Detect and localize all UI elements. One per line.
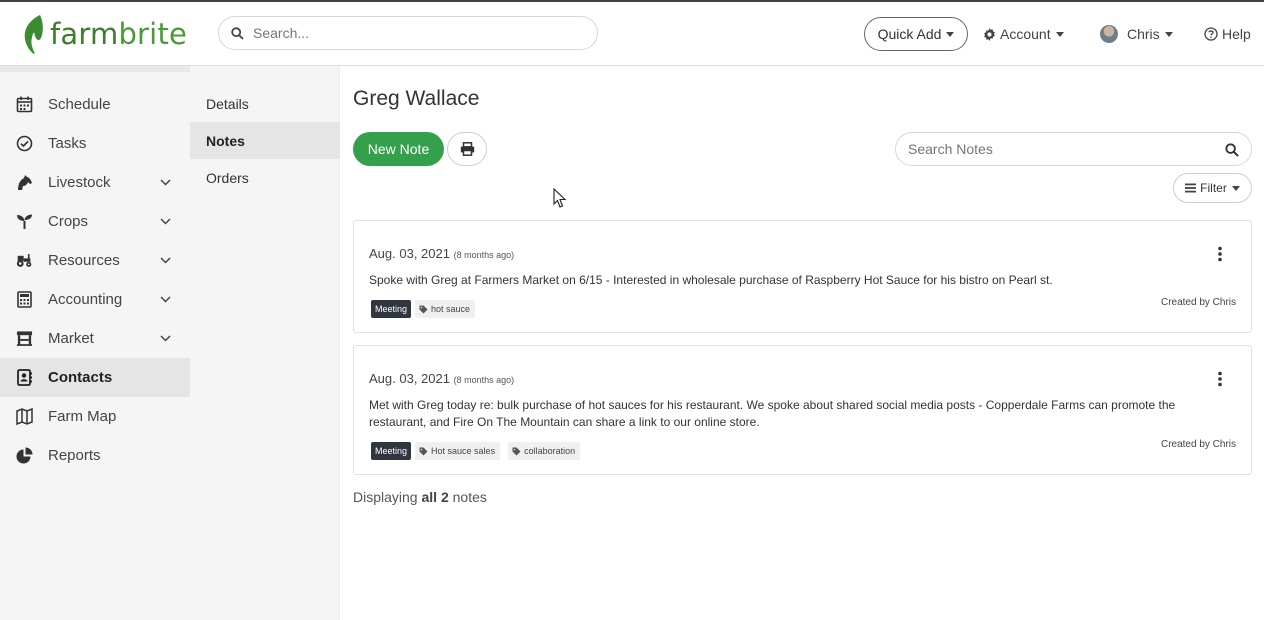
chevron-down-icon [160, 179, 171, 186]
note-body: Met with Greg today re: bulk purchase of… [369, 398, 1176, 429]
print-button[interactable] [447, 132, 487, 166]
filter-button[interactable]: Filter [1173, 173, 1252, 203]
search-icon[interactable] [1225, 143, 1239, 157]
new-note-label: New Note [367, 141, 430, 157]
note-tag[interactable]: Hot sauce sales [415, 442, 501, 460]
note-relative-time: (8 months ago) [453, 250, 515, 260]
list-icon [1185, 183, 1197, 193]
caret-down-icon [1231, 185, 1240, 191]
note-created-by: Created by Chris [1160, 297, 1236, 308]
horse-icon [18, 175, 32, 190]
sidebar-item-label: Accounting [48, 291, 123, 308]
sidebar-item-tasks[interactable]: Tasks [0, 124, 190, 163]
note-tags: Meeting hot sauce [371, 300, 483, 318]
caret-down-icon [1055, 31, 1064, 37]
caret-down-icon [946, 31, 955, 37]
tag-icon [419, 447, 428, 455]
printer-icon [460, 142, 474, 156]
subnav-item-label: Notes [206, 132, 245, 149]
sidebar-item-label: Crops [48, 213, 89, 230]
more-options-icon[interactable] [1216, 371, 1224, 387]
sidebar-item-livestock[interactable]: Livestock [0, 163, 190, 202]
pie-chart-icon [16, 447, 33, 464]
page-title: Greg Wallace [353, 87, 480, 110]
calculator-icon [17, 291, 32, 308]
note-tag[interactable]: hot sauce [415, 300, 476, 318]
notes-search-input[interactable] [908, 141, 1208, 157]
subnav-item-details[interactable]: Details [190, 85, 340, 122]
note-card: Aug. 03, 2021 (8 months ago) Met with Gr… [353, 345, 1252, 475]
new-note-button[interactable]: New Note [353, 132, 444, 166]
quick-add-label: Quick Add [877, 26, 942, 42]
caret-down-icon [1164, 31, 1173, 37]
more-options-icon[interactable] [1216, 246, 1224, 262]
sidebar-item-accounting[interactable]: Accounting [0, 280, 190, 319]
tag-icon [419, 305, 428, 313]
notes-count: Displaying all 2 notes [353, 489, 487, 505]
note-category-badge: Meeting [371, 300, 412, 318]
sidebar-item-label: Reports [48, 447, 101, 464]
help-label: Help [1222, 26, 1251, 42]
sidebar-item-farm-map[interactable]: Farm Map [0, 397, 190, 436]
store-icon [16, 331, 33, 346]
calendar-icon [16, 96, 33, 113]
check-circle-icon [16, 135, 33, 152]
mouse-cursor-icon [553, 188, 567, 208]
note-body: Spoke with Greg at Farmers Market on 6/1… [369, 273, 1053, 287]
note-card: Aug. 03, 2021 (8 months ago) Spoke with … [353, 220, 1252, 333]
sidebar-item-label: Schedule [48, 96, 111, 113]
logo-wordmark: farmbrite [50, 17, 188, 51]
filter-label: Filter [1200, 181, 1227, 195]
search-icon [231, 26, 244, 40]
sidebar-item-contacts[interactable]: Contacts [0, 358, 190, 397]
subnav-item-notes[interactable]: Notes [190, 122, 340, 159]
sidebar-item-label: Livestock [48, 174, 111, 191]
sidebar-item-reports[interactable]: Reports [0, 436, 190, 475]
sidebar-item-schedule[interactable]: Schedule [0, 85, 190, 124]
sidebar-divider [0, 66, 190, 72]
map-icon [16, 408, 33, 425]
chevron-down-icon [160, 257, 171, 264]
address-book-icon [17, 369, 32, 386]
user-label: Chris [1127, 26, 1160, 42]
chevron-down-icon [160, 335, 171, 342]
global-search[interactable] [218, 16, 598, 50]
notes-search[interactable] [895, 132, 1252, 166]
leaf-logo-icon [24, 15, 43, 54]
subnav-item-label: Orders [206, 169, 249, 186]
top-bar: farmbrite Quick Add Account Chris Help [0, 0, 1264, 66]
account-menu-button[interactable]: Account [983, 20, 1064, 48]
sidebar-item-market[interactable]: Market [0, 319, 190, 358]
help-button[interactable]: Help [1204, 20, 1251, 48]
user-menu-button[interactable]: Chris [1100, 20, 1173, 48]
note-relative-time: (8 months ago) [453, 375, 515, 385]
global-search-input[interactable] [253, 25, 573, 41]
question-circle-icon [1204, 27, 1218, 41]
tractor-icon [16, 254, 32, 267]
note-tag[interactable]: collaboration [508, 442, 581, 460]
tag-icon [512, 447, 521, 455]
note-tags: Meeting Hot sauce sales collaboration [371, 442, 588, 460]
avatar [1100, 25, 1118, 43]
sidebar-item-resources[interactable]: Resources [0, 241, 190, 280]
note-category-badge: Meeting [371, 442, 412, 460]
chevron-down-icon [160, 296, 171, 303]
subnav-item-label: Details [206, 95, 249, 112]
note-date: Aug. 03, 2021 (8 months ago) [369, 246, 515, 261]
farmbrite-logo[interactable]: farmbrite [22, 12, 187, 56]
sidebar-item-label: Market [48, 330, 94, 347]
subnav-item-orders[interactable]: Orders [190, 159, 340, 196]
chevron-down-icon [160, 218, 171, 225]
sidebar-item-label: Contacts [48, 369, 113, 386]
note-date: Aug. 03, 2021 (8 months ago) [369, 371, 515, 386]
account-label: Account [1000, 26, 1051, 42]
sidebar-item-label: Tasks [48, 135, 87, 152]
quick-add-button[interactable]: Quick Add [864, 17, 968, 51]
sidebar-item-label: Farm Map [48, 408, 117, 425]
seedling-icon [17, 214, 32, 229]
gear-icon [984, 27, 995, 41]
sidebar-item-label: Resources [48, 252, 120, 269]
sidebar-item-crops[interactable]: Crops [0, 202, 190, 241]
note-created-by: Created by Chris [1160, 439, 1236, 450]
